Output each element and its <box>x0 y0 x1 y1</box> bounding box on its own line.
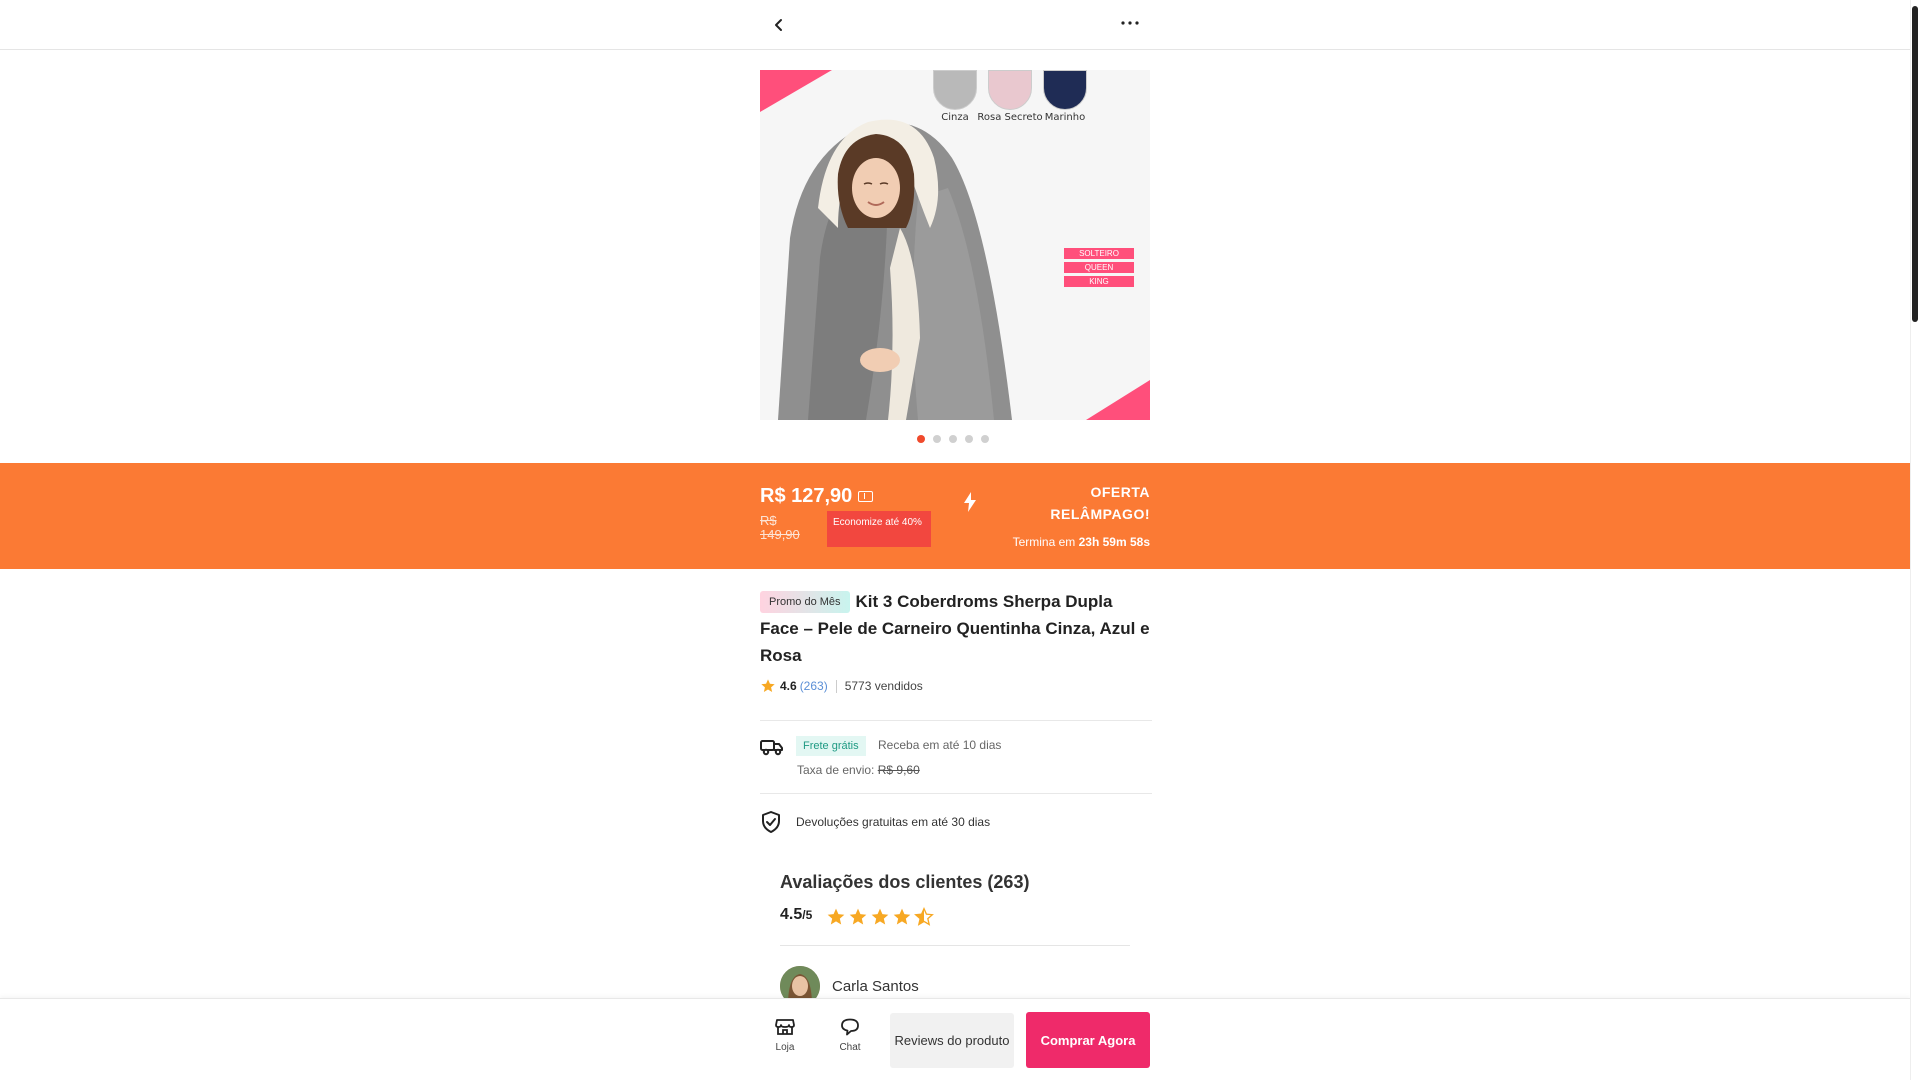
store-button[interactable]: Loja <box>763 1018 807 1053</box>
swatch-label: Marinho <box>1044 112 1086 123</box>
swatch-color <box>933 70 977 110</box>
woman-wrapped-in-blanket-image <box>778 119 1012 420</box>
countdown-timer: 23h 59m 58s <box>1078 535 1150 549</box>
swatch-cinza: Cinza <box>932 70 978 123</box>
top-nav-bar <box>0 0 1910 50</box>
delivery-estimate: Receba em até 10 dias <box>878 738 1002 752</box>
swatch-label: Cinza <box>941 112 969 123</box>
reviews-score-max: /5 <box>802 908 813 922</box>
countdown-label: Termina em <box>1012 535 1076 549</box>
carousel-dot-3[interactable] <box>949 435 957 443</box>
countdown: Termina em 23h 59m 58s <box>990 535 1150 549</box>
chevron-left-icon <box>775 19 782 31</box>
swatch-marinho: Marinho <box>1042 70 1088 123</box>
carousel-dot-5[interactable] <box>981 435 989 443</box>
chat-bubble-icon <box>841 1018 859 1036</box>
star-icon <box>871 908 889 925</box>
scrollbar-thumb[interactable] <box>1912 6 1918 322</box>
swatch-color <box>1043 70 1087 110</box>
reviews-score: 4.5/5 <box>780 906 812 924</box>
more-horizontal-icon <box>1121 21 1139 25</box>
star-icon <box>827 908 845 925</box>
section-divider <box>780 945 1130 946</box>
carousel-dot-2[interactable] <box>933 435 941 443</box>
scrollbar[interactable] <box>1910 0 1920 1080</box>
swatch-color <box>988 70 1032 110</box>
size-king: KING <box>1064 276 1134 287</box>
shipping-fee-old: R$ 9,60 <box>877 763 920 777</box>
star-icon <box>849 908 867 925</box>
size-labels: SOLTEIRO QUEEN KING <box>1064 248 1134 287</box>
free-shipping-badge: Frete grátis <box>796 736 866 756</box>
shipping-fee: Taxa de envio: R$ 9,60 <box>797 763 920 777</box>
promo-badge: Promo do Mês <box>760 591 850 613</box>
current-price: R$ 127,90 <box>760 485 874 508</box>
discount-badge: Economize até 40% <box>827 511 931 547</box>
back-button[interactable] <box>766 12 792 38</box>
price-value: R$ 127,90 <box>760 485 853 507</box>
store-icon <box>775 1019 795 1035</box>
free-returns-text: Devoluções gratuitas em até 30 dias <box>796 815 991 829</box>
store-label: Loja <box>775 1042 795 1053</box>
flash-sale-title: OFERTA RELÂMPAGO! <box>1050 484 1150 522</box>
carousel-dot-1[interactable] <box>917 435 925 443</box>
chat-label: Chat <box>839 1042 861 1053</box>
original-price: R$ 149,90 <box>760 513 800 542</box>
sold-count: 5773 vendidos <box>844 679 923 693</box>
rating-summary[interactable]: 4.6 (263) 5773 vendidos <box>760 678 923 694</box>
buy-now-button[interactable]: Comprar Agora <box>1026 1012 1150 1068</box>
half-star-icon <box>914 907 934 926</box>
reviews-score-value: 4.5 <box>780 906 803 923</box>
product-image[interactable]: Cinza Rosa Secreto Marinho SOLTEIRO QUEE… <box>760 70 1150 420</box>
shipping-fee-label: Taxa de envio: <box>797 763 875 777</box>
carousel-indicator <box>917 435 989 443</box>
rating-score: 4.6 <box>780 679 797 693</box>
reviewer-name: Carla Santos <box>832 978 919 995</box>
flash-sale-banner <box>0 463 1910 569</box>
more-options-button[interactable] <box>1115 10 1145 36</box>
size-solteiro: SOLTEIRO <box>1064 248 1134 259</box>
color-swatches: Cinza Rosa Secreto Marinho <box>932 70 1088 123</box>
rating-count[interactable]: (263) <box>800 679 828 693</box>
swatch-rosa-secreto: Rosa Secreto <box>977 70 1043 123</box>
corner-decoration <box>1086 380 1150 420</box>
truck-icon <box>760 740 783 756</box>
product-title-block: Promo do Mês Kit 3 Coberdroms Sherpa Dupl… <box>760 588 1152 669</box>
divider <box>835 679 837 693</box>
chat-button[interactable]: Chat <box>828 1018 872 1053</box>
reviews-stars <box>826 907 934 927</box>
size-queen: QUEEN <box>1064 262 1134 273</box>
section-divider <box>760 793 1152 794</box>
shield-check-icon <box>762 811 780 833</box>
swatch-label: Rosa Secreto <box>977 112 1043 123</box>
reviews-heading: Avaliações dos clientes (263) <box>780 872 1030 892</box>
coupon-icon <box>858 491 874 502</box>
lightning-icon <box>964 492 976 512</box>
carousel-dot-4[interactable] <box>965 435 973 443</box>
section-divider <box>760 720 1152 721</box>
star-icon <box>893 908 911 925</box>
star-icon <box>761 679 775 692</box>
product-reviews-button[interactable]: Reviews do produto <box>890 1013 1014 1068</box>
